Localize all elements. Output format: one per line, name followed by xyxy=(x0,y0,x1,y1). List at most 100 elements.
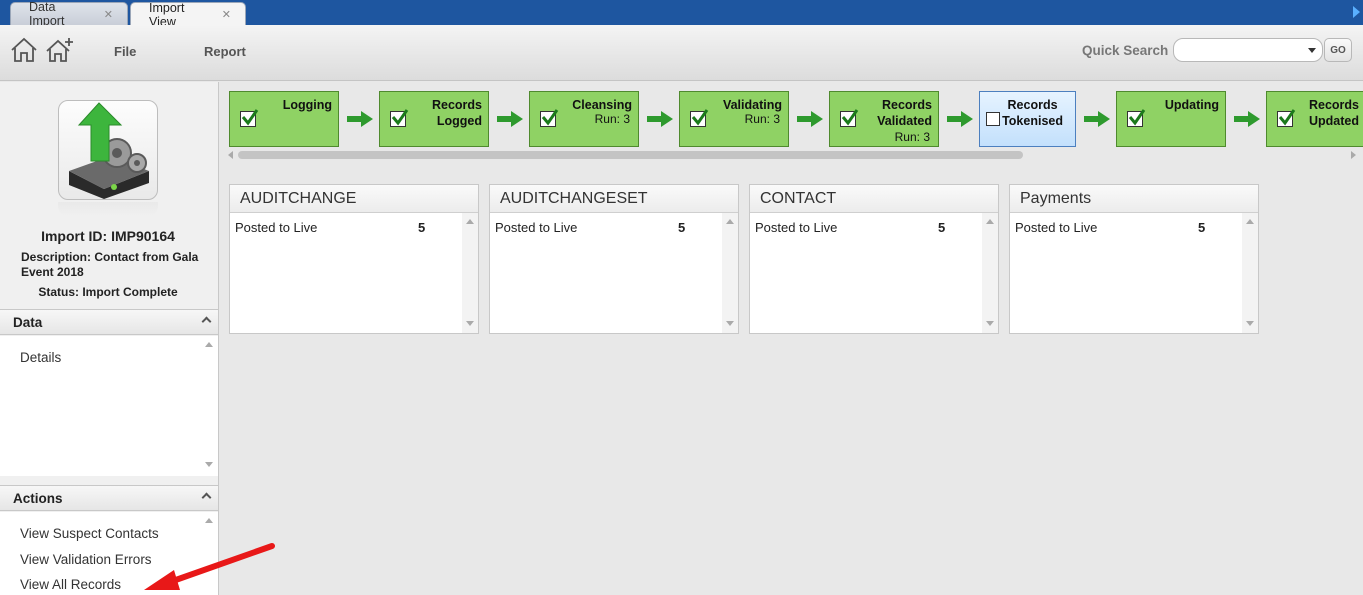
card-row-label: Posted to Live xyxy=(1015,220,1098,235)
scroll-down-icon[interactable] xyxy=(726,321,734,326)
checked-checkbox-icon xyxy=(540,109,559,127)
collapse-chevron-icon[interactable] xyxy=(201,492,212,503)
quick-search-label: Quick Search xyxy=(1082,43,1169,58)
step-label: Records Tokenised xyxy=(1002,97,1063,129)
workflow-step[interactable]: Records Logged xyxy=(379,91,489,147)
import-description: Description: Contact from Gala Event 201… xyxy=(21,250,199,279)
scroll-down-icon[interactable] xyxy=(205,462,213,467)
entity-card: CONTACT Posted to Live 5 xyxy=(749,184,999,334)
checked-checkbox-icon xyxy=(390,109,409,127)
actions-section-header[interactable]: Actions xyxy=(0,485,218,511)
step-label-line: Tokenised xyxy=(1002,114,1063,128)
scroll-down-icon[interactable] xyxy=(466,321,474,326)
checked-checkbox-icon xyxy=(1127,109,1146,127)
scroll-up-icon[interactable] xyxy=(986,219,994,224)
card-row-label: Posted to Live xyxy=(495,220,578,235)
details-link[interactable]: Details xyxy=(20,350,61,365)
step-label: Logging xyxy=(283,97,332,113)
checked-checkbox-icon xyxy=(690,109,709,127)
step-run-count: Run: 3 xyxy=(744,112,780,126)
card-row-label: Posted to Live xyxy=(235,220,318,235)
icon-reflection xyxy=(58,202,158,216)
card-row-label: Posted to Live xyxy=(755,220,838,235)
card-title: AUDITCHANGESET xyxy=(490,185,738,213)
scroll-up-icon[interactable] xyxy=(726,219,734,224)
data-section-body: Details xyxy=(0,336,218,476)
scroll-down-icon[interactable] xyxy=(1246,321,1254,326)
card-row-value: 5 xyxy=(1198,220,1206,235)
tab-import-view[interactable]: Import View ✕ xyxy=(130,1,246,29)
step-label-line: Logged xyxy=(436,114,482,128)
card-scrollbar[interactable] xyxy=(722,213,738,333)
step-label-line: Records xyxy=(1308,98,1359,112)
import-id: Import ID: IMP90164 xyxy=(41,228,175,244)
card-title: CONTACT xyxy=(750,185,998,213)
tab-data-import[interactable]: Data Import ✕ xyxy=(10,0,128,28)
workflow-step[interactable]: Records Validated Run: 3 xyxy=(829,91,939,147)
annotation-arrow-icon xyxy=(144,543,275,590)
report-menu[interactable]: Report xyxy=(204,44,246,59)
workflow-step[interactable]: Cleansing Run: 3 xyxy=(529,91,639,147)
workflow-step[interactable]: Records Tokenised xyxy=(979,91,1076,147)
steps-horizontal-scrollbar[interactable] xyxy=(228,149,1360,161)
step-label-line: Validating xyxy=(722,98,782,112)
card-scrollbar[interactable] xyxy=(462,213,478,333)
data-section-header[interactable]: Data xyxy=(0,309,218,335)
scroll-down-icon[interactable] xyxy=(986,321,994,326)
step-run-count: Run: 3 xyxy=(594,112,630,126)
step-label-line: Logging xyxy=(282,98,332,112)
step-label-line: Updated xyxy=(1309,114,1359,128)
close-icon[interactable]: ✕ xyxy=(104,8,113,21)
workflow-step[interactable]: Logging xyxy=(229,91,339,147)
quick-search-input[interactable] xyxy=(1173,38,1323,62)
card-row-value: 5 xyxy=(938,220,946,235)
card-row-value: 5 xyxy=(678,220,686,235)
scroll-up-icon[interactable] xyxy=(205,342,213,347)
step-run-count: Run: 3 xyxy=(894,130,930,144)
step-label: Records Logged xyxy=(432,97,482,129)
checked-checkbox-icon xyxy=(1277,109,1296,127)
step-label: Updating xyxy=(1165,97,1219,113)
step-label-line: Records xyxy=(431,98,482,112)
step-label: Records Validated xyxy=(877,97,932,129)
card-scrollbar[interactable] xyxy=(982,213,998,333)
add-home-icon[interactable] xyxy=(45,36,75,64)
card-scrollbar[interactable] xyxy=(1242,213,1258,333)
import-status: Status: Import Complete xyxy=(38,285,178,299)
close-icon[interactable]: ✕ xyxy=(222,8,231,21)
step-arrow-icon xyxy=(347,111,373,127)
step-label: Validating xyxy=(723,97,782,113)
import-icon xyxy=(58,100,158,200)
scroll-right-icon[interactable] xyxy=(1351,151,1356,159)
checked-checkbox-icon xyxy=(840,109,859,127)
scroll-up-icon[interactable] xyxy=(466,219,474,224)
workflow-step[interactable]: Validating Run: 3 xyxy=(679,91,789,147)
collapse-chevron-icon[interactable] xyxy=(201,316,212,327)
scroll-up-icon[interactable] xyxy=(1246,219,1254,224)
step-arrow-icon xyxy=(1234,111,1260,127)
step-label-line: Updating xyxy=(1164,98,1219,112)
card-title: AUDITCHANGE xyxy=(230,185,478,213)
tab-scroll-right-icon[interactable] xyxy=(1353,6,1360,18)
scroll-up-icon[interactable] xyxy=(205,518,213,523)
scroll-thumb[interactable] xyxy=(238,151,1023,159)
tab-strip: Data Import ✕ Import View ✕ xyxy=(0,0,1363,29)
card-title: Payments xyxy=(1010,185,1258,213)
step-label-line: Records xyxy=(1007,98,1058,112)
view-validation-errors-link[interactable]: View Validation Errors xyxy=(20,552,152,567)
step-label-line: Records xyxy=(881,98,932,112)
step-label: Cleansing xyxy=(572,97,632,113)
entity-card: Payments Posted to Live 5 xyxy=(1009,184,1259,334)
go-button[interactable]: GO xyxy=(1324,38,1352,62)
file-menu[interactable]: File xyxy=(114,44,136,59)
scroll-left-icon[interactable] xyxy=(228,151,233,159)
step-label-line: Validated xyxy=(877,114,932,128)
view-suspect-contacts-link[interactable]: View Suspect Contacts xyxy=(20,526,159,541)
dropdown-caret-icon[interactable] xyxy=(1308,48,1316,53)
workflow-step[interactable]: Updating xyxy=(1116,91,1226,147)
view-all-records-link[interactable]: View All Records xyxy=(20,577,121,592)
step-label: Records Updated xyxy=(1309,97,1359,129)
tab-label: Data Import xyxy=(29,0,65,28)
workflow-step[interactable]: Records Updated xyxy=(1266,91,1363,147)
home-icon[interactable] xyxy=(9,36,39,64)
